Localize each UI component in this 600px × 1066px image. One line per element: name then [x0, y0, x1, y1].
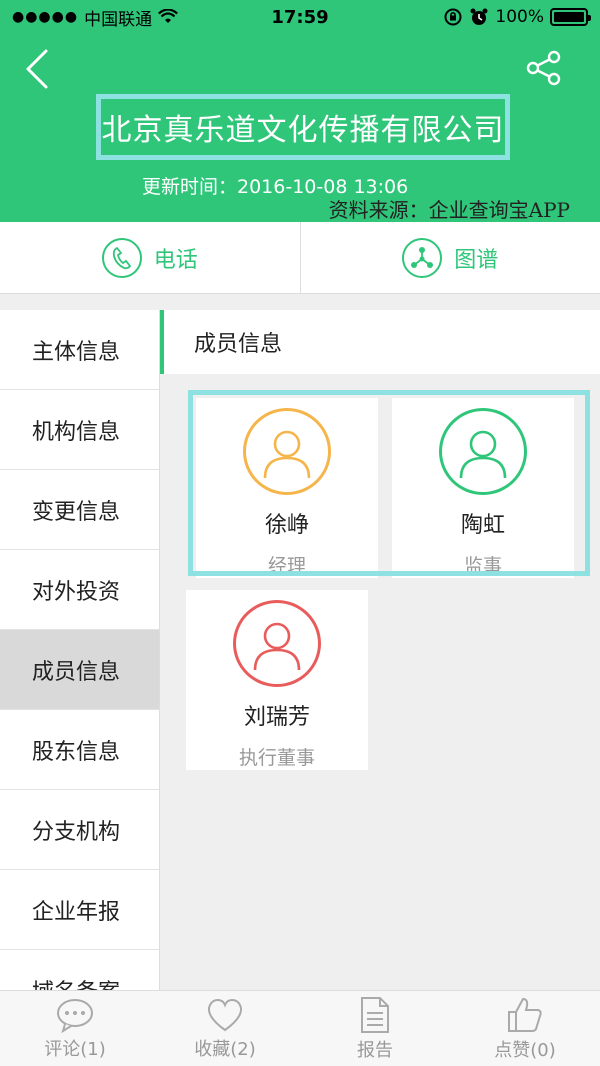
section-title: 成员信息: [160, 310, 600, 374]
phone-button[interactable]: 电话: [0, 222, 300, 293]
company-header: 北京真乐道文化传播有限公司 更新时间：2016-10-08 13:06 资料来源…: [0, 34, 600, 222]
favorite-label: 收藏(2): [194, 1038, 256, 1060]
report-icon: [361, 996, 389, 1033]
battery-icon: [550, 8, 591, 26]
graph-icon: [402, 237, 443, 278]
data-source: 资料来源：企业查询宝APP: [328, 198, 570, 222]
report-tab[interactable]: 报告: [300, 991, 450, 1066]
wifi-icon: [158, 9, 179, 23]
phone-label: 电话: [153, 247, 198, 273]
company-name: 北京真乐道文化传播有限公司: [96, 94, 510, 160]
action-bar: 电话 图谱: [0, 222, 600, 294]
highlight-frame: [188, 390, 590, 576]
member-name: 刘瑞芳: [243, 705, 310, 730]
bottom-tab-bar: 评论(1) 收藏(2) 报告 点赞(0): [0, 990, 600, 1066]
heart-icon: [207, 998, 243, 1031]
sidebar-item-main-info[interactable]: 主体信息: [0, 310, 159, 390]
report-label: 报告: [357, 1039, 393, 1061]
status-left: ●●●●● 中国联通: [12, 5, 179, 30]
phone-icon: [101, 237, 142, 278]
like-label: 点赞(0): [494, 1039, 556, 1061]
sidebar: 主体信息 机构信息 变更信息 对外投资 成员信息 股东信息 分支机构 企业年报 …: [0, 310, 160, 990]
status-bar: ●●●●● 中国联通 17:59 100%: [0, 0, 600, 34]
sidebar-item-org-info[interactable]: 机构信息: [0, 390, 159, 470]
favorite-tab[interactable]: 收藏(2): [150, 991, 300, 1066]
thumbs-up-icon: [508, 997, 542, 1032]
carrier-label: 中国联通: [84, 9, 153, 30]
sidebar-item-shareholders[interactable]: 股东信息: [0, 710, 159, 790]
status-right: 100%: [443, 7, 591, 27]
sidebar-item-annual-report[interactable]: 企业年报: [0, 870, 159, 950]
graph-label: 图谱: [454, 247, 499, 273]
member-role: 执行董事: [238, 747, 315, 769]
rotation-lock-icon: [444, 8, 462, 26]
sidebar-item-investments[interactable]: 对外投资: [0, 550, 159, 630]
alarm-icon: [470, 8, 488, 25]
battery-percent: 100%: [495, 7, 544, 27]
user-icon: [253, 622, 301, 670]
avatar: [233, 600, 321, 687]
sidebar-item-members[interactable]: 成员信息: [0, 630, 159, 710]
comment-tab[interactable]: 评论(1): [0, 991, 150, 1066]
signal-strength-icon: ●●●●●: [12, 9, 79, 25]
sidebar-item-change-info[interactable]: 变更信息: [0, 470, 159, 550]
graph-button[interactable]: 图谱: [299, 222, 600, 293]
like-tab[interactable]: 点赞(0): [450, 991, 600, 1066]
share-icon[interactable]: [526, 50, 562, 86]
comment-icon: [57, 998, 93, 1033]
status-time: 17:59: [271, 6, 329, 28]
members-panel: 成员信息 徐峥 经理 陶虹 监事 刘瑞芳 执行董事: [160, 310, 600, 990]
comment-label: 评论(1): [44, 1038, 106, 1060]
back-icon[interactable]: [22, 48, 52, 90]
member-card[interactable]: 刘瑞芳 执行董事: [186, 590, 368, 770]
sidebar-item-domain-filing[interactable]: 域名备案: [0, 950, 159, 991]
sidebar-item-branches[interactable]: 分支机构: [0, 790, 159, 870]
